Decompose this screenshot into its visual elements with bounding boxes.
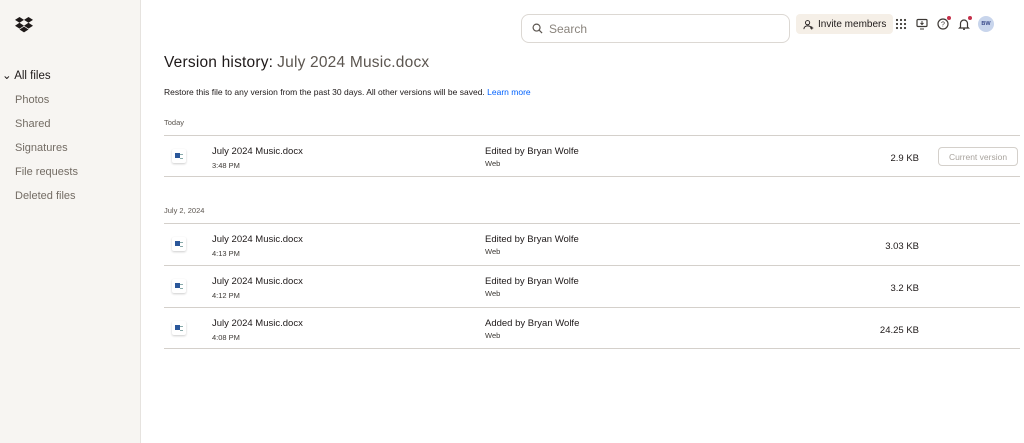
apps-grid-icon[interactable]: [894, 17, 908, 31]
bell-icon[interactable]: [957, 16, 972, 31]
sidebar-item-file-requests[interactable]: File requests: [0, 160, 140, 184]
page-title: Version history: July 2024 Music.docx: [164, 54, 430, 71]
avatar[interactable]: BW: [978, 16, 994, 32]
sidebar: ⌄ All files Photos Shared Signatures Fil…: [0, 0, 141, 443]
chevron-down-icon: ⌄: [2, 70, 15, 82]
section-label: Today: [164, 118, 185, 127]
sidebar-nav: ⌄ All files Photos Shared Signatures Fil…: [0, 64, 140, 208]
version-row[interactable]: July 2024 Music.docx 4:08 PM Added by Br…: [164, 307, 1020, 349]
word-file-icon: [172, 279, 186, 293]
word-file-icon: [172, 149, 186, 163]
add-user-icon: [803, 19, 814, 30]
section-label: July 2, 2024: [164, 206, 205, 215]
search-input[interactable]: [549, 21, 769, 36]
sidebar-item-signatures[interactable]: Signatures: [0, 136, 140, 160]
version-row[interactable]: July 2024 Music.docx 4:13 PM Edited by B…: [164, 223, 1020, 265]
search-box[interactable]: [521, 14, 790, 43]
svg-text:?: ?: [941, 22, 945, 29]
version-row[interactable]: July 2024 Music.docx 4:12 PM Edited by B…: [164, 265, 1020, 307]
sidebar-item-shared[interactable]: Shared: [0, 112, 140, 136]
page-description: Restore this file to any version from th…: [164, 87, 531, 97]
word-file-icon: [172, 321, 186, 335]
current-version-button[interactable]: Current version: [938, 147, 1018, 166]
sidebar-item-all-files[interactable]: ⌄ All files: [0, 64, 140, 88]
notification-dot: [968, 16, 972, 20]
learn-more-link[interactable]: Learn more: [487, 87, 530, 97]
dropbox-logo-icon[interactable]: [15, 17, 33, 38]
sidebar-item-deleted-files[interactable]: Deleted files: [0, 184, 140, 208]
sidebar-item-photos[interactable]: Photos: [0, 88, 140, 112]
version-row[interactable]: July 2024 Music.docx 3:48 PM Edited by B…: [164, 135, 1020, 177]
word-file-icon: [172, 237, 186, 251]
invite-members-button[interactable]: Invite members: [796, 14, 894, 34]
notification-dot: [947, 16, 951, 20]
desktop-app-icon[interactable]: [915, 17, 929, 31]
search-icon: [532, 23, 543, 34]
help-icon[interactable]: ?: [936, 16, 951, 31]
